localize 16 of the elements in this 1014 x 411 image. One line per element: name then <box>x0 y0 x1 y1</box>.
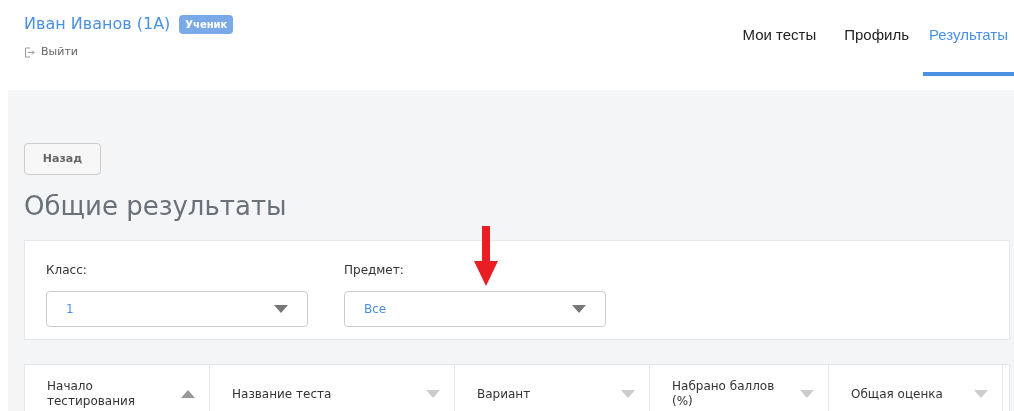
column-header[interactable]: Название теста <box>210 365 455 411</box>
column-header[interactable]: Вариант <box>455 365 650 411</box>
back-button[interactable]: Назад <box>24 143 101 175</box>
nav-tab[interactable]: Мои тесты <box>728 0 831 76</box>
dropdown-caret-icon <box>274 305 288 313</box>
nav-tab[interactable]: Профиль <box>830 0 923 76</box>
dropdown-caret-icon <box>572 305 586 313</box>
filter-label: Класс: <box>46 262 88 279</box>
column-header[interactable]: Набрано баллов (%) <box>650 365 829 411</box>
filter-label: Предмет: <box>344 262 405 279</box>
logout-icon <box>24 46 35 58</box>
column-header[interactable]: Начало тестирования <box>25 365 210 411</box>
column-header[interactable]: Общая оценка <box>829 365 1003 411</box>
role-badge: Ученик <box>179 14 234 34</box>
page-title: Общие результаты <box>24 190 288 223</box>
logout-link[interactable]: Выйти <box>41 44 78 61</box>
